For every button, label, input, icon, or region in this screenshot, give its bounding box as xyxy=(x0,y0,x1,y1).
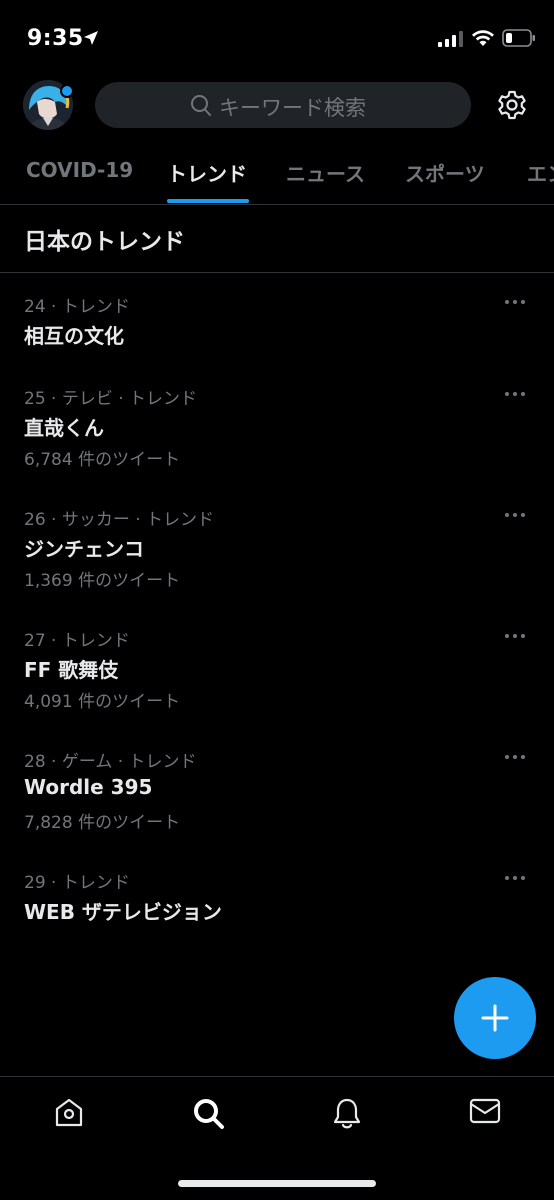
trend-name: FF 歌舞伎 xyxy=(24,658,119,682)
trend-name: ジンチェンコ xyxy=(24,537,144,561)
trend-tweet-count: 7,828 件のツイート xyxy=(24,813,181,833)
top-header: キーワード検索 xyxy=(0,80,554,132)
trend-name: Wordle 395 xyxy=(24,775,153,799)
active-tab-indicator xyxy=(167,199,249,203)
more-options-icon[interactable] xyxy=(505,511,529,519)
compose-tweet-button[interactable] xyxy=(454,977,536,1059)
more-options-icon[interactable] xyxy=(505,390,529,398)
tab-sports[interactable]: スポーツ xyxy=(405,158,485,187)
trend-tweet-count: 4,091 件のツイート xyxy=(24,692,181,712)
search-icon xyxy=(190,94,212,122)
tab-news[interactable]: ニュース xyxy=(286,158,365,187)
wifi-icon xyxy=(471,29,495,51)
more-options-icon[interactable] xyxy=(505,874,529,882)
trend-tweet-count: 6,784 件のツイート xyxy=(24,450,181,470)
home-indicator xyxy=(178,1180,376,1187)
location-arrow-icon xyxy=(82,29,100,51)
trend-name: 直哉くん xyxy=(24,416,104,440)
tab-trends[interactable]: トレンド xyxy=(167,158,247,187)
more-options-icon[interactable] xyxy=(505,632,529,640)
gear-icon[interactable] xyxy=(496,89,528,125)
battery-icon xyxy=(502,29,536,51)
notifications-bell-icon[interactable] xyxy=(331,1097,363,1135)
home-icon[interactable] xyxy=(53,1097,85,1133)
trend-meta: 24 · トレンド xyxy=(24,297,130,317)
divider xyxy=(0,272,554,273)
section-title: 日本のトレンド xyxy=(24,229,185,255)
trend-meta: 25 · テレビ · トレンド xyxy=(24,389,198,409)
trend-meta: 28 · ゲーム · トレンド xyxy=(24,752,197,772)
signal-icon xyxy=(438,31,464,51)
search-icon[interactable] xyxy=(192,1097,226,1135)
trend-meta: 29 · トレンド xyxy=(24,873,130,893)
more-options-icon[interactable] xyxy=(505,753,529,761)
trend-tweet-count: 1,369 件のツイート xyxy=(24,571,181,591)
trend-name: WEB ザテレビジョン xyxy=(24,900,222,924)
trend-meta: 26 · サッカー · トレンド xyxy=(24,510,215,530)
search-input[interactable]: キーワード検索 xyxy=(95,82,471,128)
tab-entertainment[interactable]: エン xyxy=(527,158,554,187)
plus-icon xyxy=(481,1004,509,1032)
tab-covid-19[interactable]: COVID-19 xyxy=(26,158,133,182)
messages-envelope-icon[interactable] xyxy=(469,1097,501,1129)
avatar-badge xyxy=(60,84,74,98)
tab-bar: COVID-19 トレンド ニュース スポーツ エン xyxy=(0,150,554,205)
status-time: 9:35 xyxy=(27,26,84,51)
search-placeholder: キーワード検索 xyxy=(219,96,366,120)
status-bar: 9:35 xyxy=(0,0,554,80)
trend-name: 相互の文化 xyxy=(24,324,124,348)
more-options-icon[interactable] xyxy=(505,298,529,306)
trend-meta: 27 · トレンド xyxy=(24,631,130,651)
